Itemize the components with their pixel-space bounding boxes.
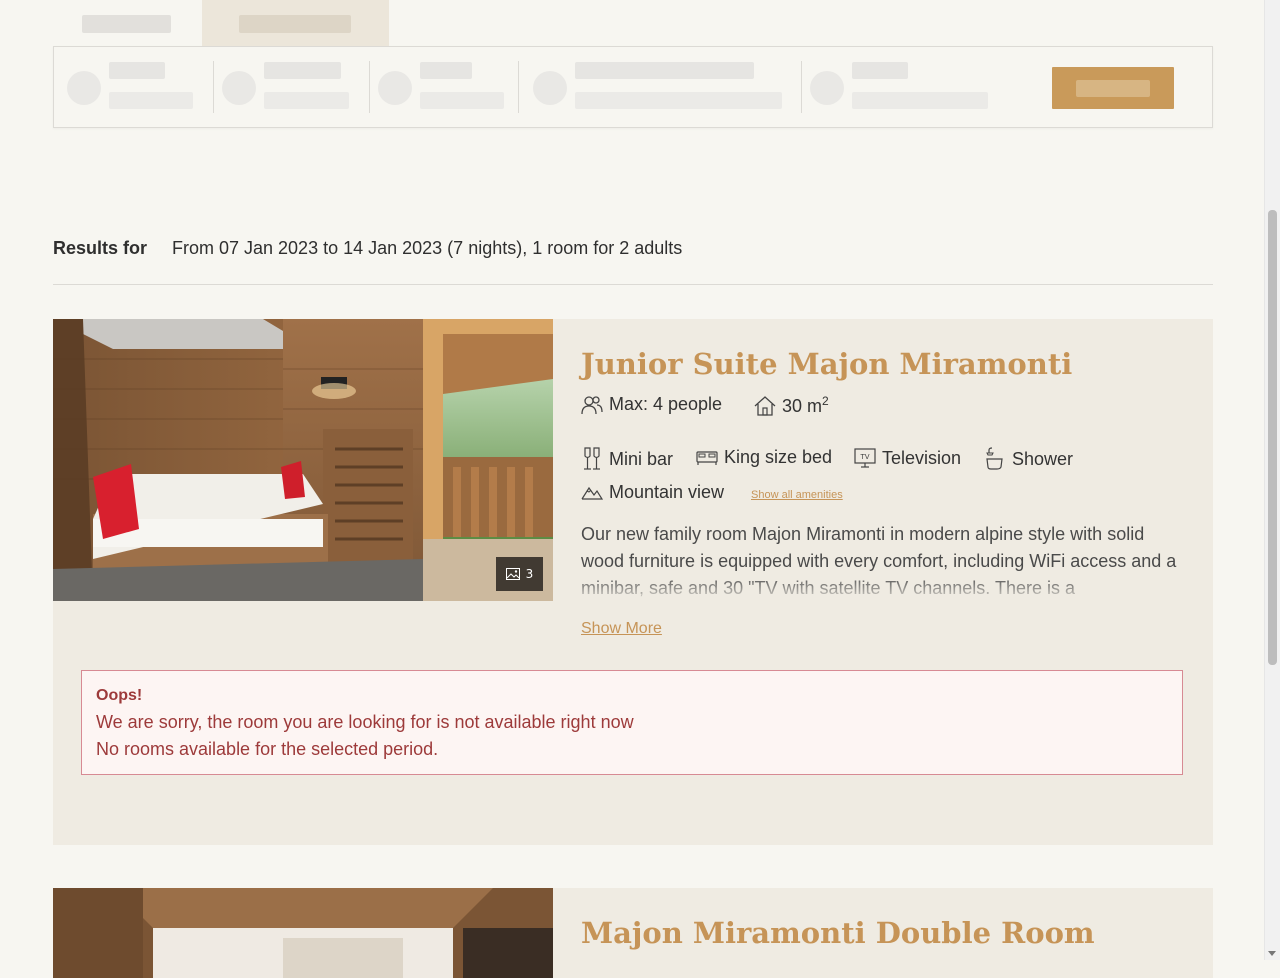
photo-count-badge[interactable]: 3 (496, 557, 543, 591)
results-label: Results for (53, 238, 148, 258)
divider (53, 284, 1213, 285)
skeleton-placeholder (264, 62, 341, 79)
amenity-mountain-view: Mountain view (581, 482, 724, 503)
room-size-value: 30 m (782, 396, 823, 416)
booking-tab-1[interactable] (53, 0, 202, 47)
skeleton-placeholder (852, 92, 988, 109)
skeleton-icon (533, 71, 567, 105)
skeleton-placeholder (264, 92, 349, 109)
amenity-label: Television (882, 447, 962, 468)
divider (801, 61, 802, 113)
amenity-television: TV Television (854, 447, 961, 469)
max-people-label: Max: 4 people (609, 394, 723, 414)
alert-detail: No rooms available for the selected peri… (96, 739, 439, 759)
skeleton-icon (222, 71, 256, 105)
mountain-icon (581, 486, 603, 500)
shower-icon (986, 447, 1003, 470)
tv-icon: TV (854, 448, 876, 468)
skeleton-placeholder (82, 15, 171, 33)
room-photo-image (53, 888, 553, 978)
amenity-label: Mountain view (609, 482, 725, 502)
page-scrollbar[interactable] (1264, 0, 1280, 960)
skeleton-placeholder (420, 62, 472, 79)
amenity-minibar: Mini bar (581, 447, 673, 471)
room-title[interactable]: Majon Miramonti Double Room (581, 916, 1095, 950)
show-all-amenities-link[interactable]: Show all amenities (751, 489, 843, 501)
people-icon (581, 395, 603, 414)
amenity-label: King size bed (724, 447, 833, 467)
max-people: Max: 4 people (581, 394, 722, 415)
scroll-down-arrow-icon[interactable] (1268, 951, 1276, 956)
room-photo-image (53, 319, 553, 601)
skeleton-placeholder (239, 15, 351, 33)
room-photo[interactable]: 3 (53, 319, 553, 601)
booking-tab-2[interactable] (202, 0, 389, 47)
photo-count: 3 (525, 567, 534, 581)
amenity-label: Mini bar (609, 448, 674, 469)
room-size-label: 30 m2 (782, 394, 829, 417)
room-card: 3 Junior Suite Majon Miramonti Max: 4 pe… (53, 319, 1213, 845)
room-size: 30 m2 (754, 394, 829, 417)
skeleton-icon (378, 71, 412, 105)
room-card: Majon Miramonti Double Room (53, 888, 1213, 978)
svg-text:TV: TV (859, 453, 869, 461)
wine-glasses-icon (584, 447, 600, 470)
booking-search-panel (53, 46, 1213, 128)
skeleton-placeholder (575, 92, 782, 109)
alert-message: We are sorry, the room you are looking f… (96, 712, 634, 732)
room-title[interactable]: Junior Suite Majon Miramonti (581, 347, 1072, 381)
room-size-unit: 2 (822, 394, 829, 408)
bed-icon (696, 450, 718, 465)
show-more-link[interactable]: Show More (581, 620, 662, 638)
room-description: Our new family room Majon Miramonti in m… (581, 521, 1191, 601)
house-icon (754, 395, 776, 416)
amenity-bed: King size bed (696, 447, 832, 468)
search-button[interactable] (1052, 67, 1174, 109)
divider (369, 61, 370, 113)
unavailable-alert: Oops! We are sorry, the room you are loo… (81, 670, 1183, 775)
amenity-label: Shower (1012, 448, 1074, 469)
image-icon (505, 568, 520, 580)
divider (518, 61, 519, 113)
skeleton-placeholder (109, 62, 165, 79)
alert-title: Oops! (96, 687, 143, 704)
skeleton-icon (810, 71, 844, 105)
divider (213, 61, 214, 113)
skeleton-placeholder (420, 92, 504, 109)
amenity-shower: Shower (984, 447, 1073, 471)
skeleton-icon (67, 71, 101, 105)
skeleton-placeholder (852, 62, 908, 79)
room-photo[interactable] (53, 888, 553, 978)
skeleton-placeholder (1076, 80, 1150, 97)
results-query: From 07 Jan 2023 to 14 Jan 2023 (7 night… (172, 238, 683, 258)
skeleton-placeholder (575, 62, 754, 79)
scrollbar-thumb[interactable] (1268, 210, 1277, 665)
skeleton-placeholder (109, 92, 193, 109)
